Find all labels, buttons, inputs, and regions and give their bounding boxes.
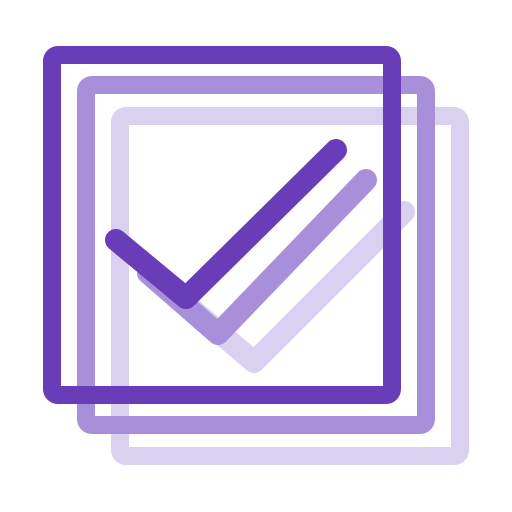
stacked-checkbox-svg	[43, 46, 469, 465]
stacked-checkbox-icon	[0, 0, 512, 512]
checkmark-front	[105, 139, 347, 309]
checkmark-middle	[137, 169, 377, 345]
